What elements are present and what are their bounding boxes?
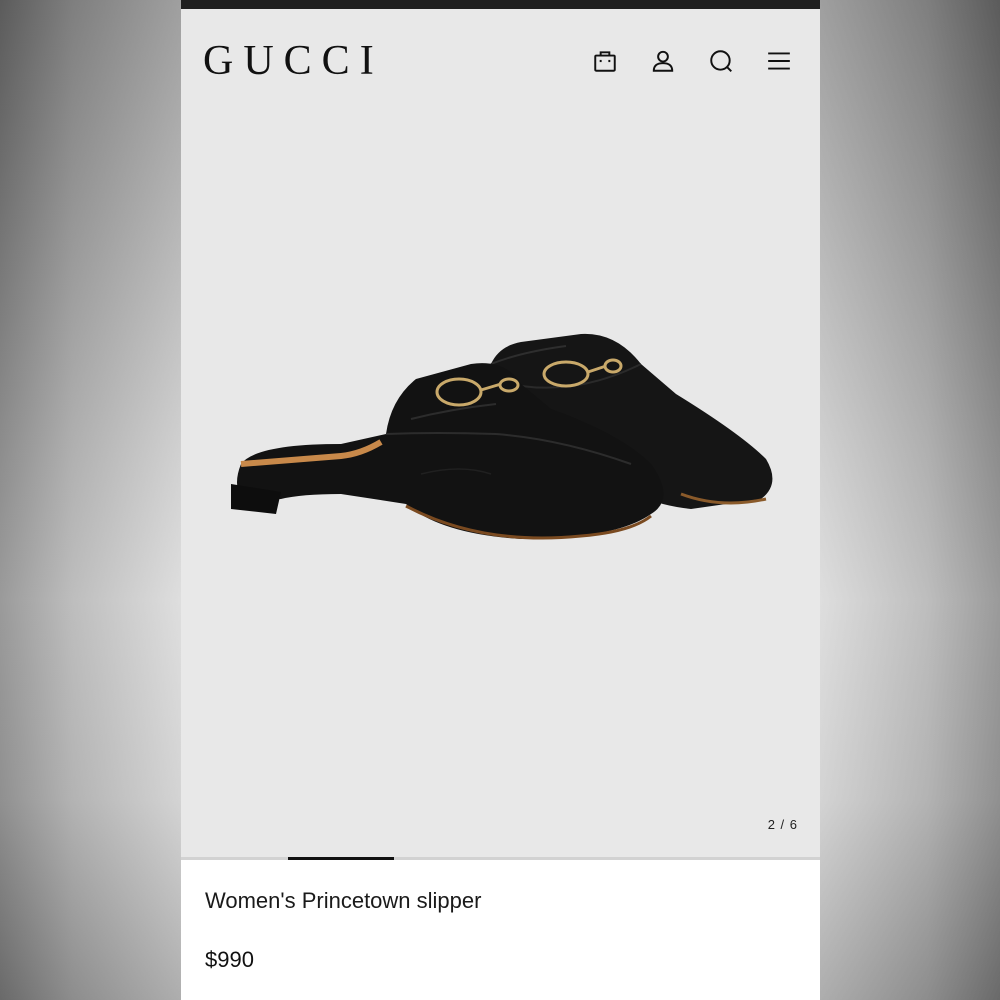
product-price: $990 [205, 947, 254, 972]
screenshot-canvas: 2 / 6 GUCCI Women's Princetown slipper $… [0, 0, 1000, 1000]
menu-icon[interactable] [763, 45, 795, 77]
product-info: Women's Princetown slipper $990 [181, 860, 820, 1000]
product-image-gallery[interactable]: 2 / 6 [181, 9, 820, 860]
blurred-background-left [0, 0, 181, 1000]
search-icon[interactable] [705, 45, 737, 77]
blurred-background-right [819, 0, 1000, 1000]
shopping-bag-icon[interactable] [589, 45, 621, 77]
product-title: Women's Princetown slipper [205, 888, 482, 913]
slipper-illustration [231, 333, 773, 540]
status-bar [181, 0, 820, 9]
site-header: GUCCI [181, 9, 820, 109]
product-image[interactable] [221, 324, 781, 554]
image-counter: 2 / 6 [767, 817, 798, 832]
phone-screen: 2 / 6 GUCCI Women's Princetown slipper $… [181, 0, 820, 1000]
brand-logo[interactable]: GUCCI [203, 37, 384, 85]
account-icon[interactable] [647, 45, 679, 77]
